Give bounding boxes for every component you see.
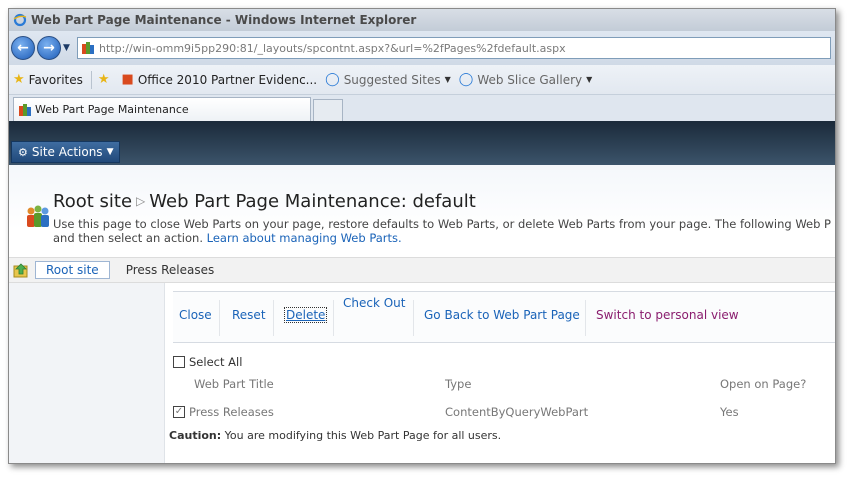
close-button[interactable]: Close — [179, 308, 212, 322]
page-description: Use this page to close Web Parts on your… — [53, 217, 835, 245]
web-part-open: Yes — [720, 405, 739, 419]
web-part-title: Press Releases — [189, 405, 274, 419]
breadcrumb: Root site Press Releases — [9, 257, 835, 283]
divider — [585, 300, 586, 336]
ie-icon: ◯ — [325, 72, 340, 87]
column-header-type: Type — [445, 377, 472, 391]
page-title: Root site ▷ Web Part Page Maintenance: def… — [53, 191, 476, 212]
web-part-type: ContentByQueryWebPart — [445, 405, 589, 419]
column-header-open: Open on Page? — [720, 377, 807, 391]
favorites-bar: ★ Favorites ★ ■ Office 2010 Partner Evid… — [9, 65, 835, 95]
select-all: Select All — [173, 355, 242, 369]
site-actions-label: Site Actions — [31, 145, 103, 159]
breadcrumb-root[interactable]: Root site — [53, 191, 132, 212]
tab-strip: Web Part Page Maintenance — [9, 95, 835, 121]
title-bar: Web Part Page Maintenance - Windows Inte… — [9, 9, 835, 31]
history-dropdown-icon[interactable]: ▼ — [63, 43, 73, 53]
divider — [90, 70, 92, 89]
address-field[interactable]: http://win-omm9i5pp290:81/_layouts/spcon… — [77, 37, 831, 59]
divider — [219, 300, 220, 336]
delete-button[interactable]: Delete — [284, 307, 328, 323]
sharepoint-site-icon — [19, 103, 31, 116]
sharepoint-site-icon — [82, 42, 94, 54]
browser-window: Web Part Page Maintenance - Windows Inte… — [8, 8, 836, 464]
sharepoint-icon: ■ — [121, 72, 134, 87]
ie-icon: ◯ — [458, 72, 474, 87]
favorite-item-web-slice-gallery[interactable]: ◯ Web Slice Gallery ▼ — [459, 72, 593, 87]
window-title: Web Part Page Maintenance - Windows Inte… — [31, 13, 417, 27]
select-all-label: Select All — [189, 355, 243, 369]
go-back-button[interactable]: Go Back to Web Part Page — [424, 308, 580, 322]
favorite-label: Suggested Sites — [343, 72, 441, 87]
breadcrumb-arrow-icon: ▷ — [136, 194, 146, 208]
row-checkbox[interactable]: ✓ — [173, 406, 185, 418]
tab-label: Web Part Page Maintenance — [35, 103, 189, 116]
star-icon: ★ — [13, 72, 25, 87]
add-favorite-button[interactable]: ★ — [98, 72, 114, 87]
chevron-down-icon: ▼ — [106, 147, 114, 157]
description-text: and then select an action. — [53, 231, 203, 245]
back-button[interactable]: ← — [11, 36, 35, 60]
left-navigation — [9, 283, 165, 463]
back-arrow-icon: ← — [17, 40, 29, 56]
description-line-2: and then select an action. Learn about m… — [53, 231, 835, 245]
chevron-down-icon: ▼ — [586, 75, 593, 84]
toolbar: Close Reset Delete Check Out Go Back to … — [173, 291, 835, 343]
gear-icon: ⚙ — [18, 145, 28, 159]
favorite-label: Web Slice Gallery — [477, 72, 583, 87]
caution-text: You are modifying this Web Part Page for… — [221, 429, 502, 442]
address-row: ← → ▼ http://win-omm9i5pp290:81/_layouts… — [9, 31, 835, 65]
favorite-item-suggested-sites[interactable]: ◯ Suggested Sites ▼ — [325, 72, 451, 87]
favorite-item-office-2010[interactable]: ■ Office 2010 Partner Evidenc... — [122, 72, 318, 87]
caution-label: Caution: — [169, 429, 222, 442]
root-site-link[interactable]: Root site — [35, 261, 110, 279]
description-line-1: Use this page to close Web Parts on your… — [53, 217, 831, 231]
switch-view-button[interactable]: Switch to personal view — [596, 308, 739, 322]
add-to-favorites-icon: ★ — [97, 72, 110, 87]
caution-message: Caution: You are modifying this Web Part… — [169, 429, 501, 442]
navigate-up-icon[interactable] — [13, 262, 29, 278]
page-title-area: Root site ▷ Web Part Page Maintenance: def… — [9, 165, 835, 257]
reset-button[interactable]: Reset — [232, 308, 266, 322]
main-content: Close Reset Delete Check Out Go Back to … — [165, 283, 835, 463]
divider — [273, 300, 274, 336]
favorite-label: Office 2010 Partner Evidenc... — [137, 72, 318, 87]
forward-button[interactable]: → — [37, 36, 61, 60]
favorites-button[interactable]: ★ Favorites — [13, 72, 83, 87]
favorites-label: Favorites — [28, 72, 83, 87]
sharepoint-header — [9, 121, 835, 165]
tab-web-part-page-maintenance[interactable]: Web Part Page Maintenance — [13, 97, 311, 121]
column-header-title: Web Part Title — [194, 377, 274, 391]
people-icon — [27, 205, 49, 227]
learn-more-link[interactable]: Learn about managing Web Parts. — [207, 231, 402, 245]
chevron-down-icon: ▼ — [444, 75, 451, 84]
ie-icon — [13, 13, 27, 27]
divider — [413, 300, 414, 336]
url-text: http://win-omm9i5pp290:81/_layouts/spcon… — [99, 41, 566, 55]
divider — [333, 300, 334, 336]
breadcrumb-current: Web Part Page Maintenance: default — [149, 191, 476, 212]
current-page-label: Press Releases — [125, 263, 215, 277]
select-all-checkbox[interactable] — [173, 356, 185, 368]
table-row: ✓ Press Releases — [173, 405, 274, 419]
site-actions-menu[interactable]: ⚙ Site Actions ▼ — [11, 141, 121, 163]
forward-arrow-icon: → — [43, 40, 55, 56]
new-tab-button[interactable] — [313, 99, 343, 121]
check-out-button[interactable]: Check Out — [343, 296, 405, 310]
